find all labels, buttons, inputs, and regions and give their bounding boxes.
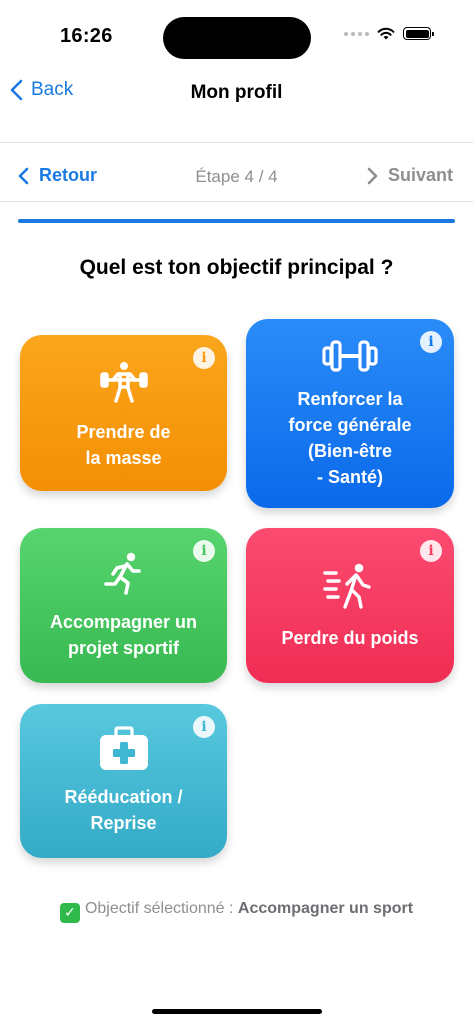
- goal-card-weight-loss[interactable]: i Perdre du poids: [246, 528, 454, 683]
- goal-card-label: Accompagner un projet sportif: [49, 611, 198, 658]
- first-aid-kit-icon: [98, 726, 150, 772]
- runner-icon: [102, 551, 146, 597]
- home-indicator: [152, 1009, 322, 1014]
- goal-card-label: Prendre de la masse: [76, 422, 171, 468]
- goal-card-sport-project[interactable]: i Accompagner un projet sportif: [20, 528, 227, 683]
- dumbbell-icon: [322, 338, 378, 374]
- status-time: 16:26: [60, 25, 113, 47]
- cellular-signal-icon: [344, 31, 369, 36]
- page-title: Mon profil: [190, 82, 283, 103]
- walking-fast-icon: [323, 561, 377, 611]
- goal-card-label: Renforcer la force générale (Bien-être -…: [288, 388, 412, 487]
- navigation-bar: Back Mon profil: [0, 62, 473, 143]
- wifi-icon: [377, 27, 395, 40]
- status-bar: 16:26: [0, 0, 473, 60]
- question-title: Quel est ton objectif principal ?: [79, 256, 394, 279]
- selection-prefix: Objectif sélectionné :: [84, 900, 238, 917]
- next-step-button[interactable]: Suivant: [367, 165, 453, 186]
- goal-card-mass-gain[interactable]: i Prendre de la masse: [20, 335, 227, 491]
- progress-bar: [18, 219, 455, 223]
- selection-summary: ✓ Objectif sélectionné : Accompagner un s…: [0, 900, 473, 923]
- dynamic-island: [163, 17, 311, 59]
- status-icons: [344, 27, 434, 40]
- battery-icon: [403, 27, 434, 40]
- weightlifter-icon: [98, 355, 150, 407]
- goal-card-label: Rééducation / Reprise: [64, 787, 183, 833]
- goal-card-general-strength[interactable]: i Renforcer la force générale (Bien-être…: [246, 319, 454, 508]
- progress-fill: [18, 219, 455, 223]
- check-icon: ✓: [59, 902, 80, 923]
- goal-card-rehabilitation[interactable]: i Rééducation / Reprise: [20, 704, 227, 858]
- goal-card-label: Perdre du poids: [281, 627, 419, 648]
- selection-value: Accompagner un sport: [237, 900, 414, 917]
- next-step-label: Suivant: [387, 165, 453, 185]
- stepper-bar: Retour Étape 4 / 4 Suivant: [0, 143, 473, 202]
- chevron-right-icon: [367, 167, 378, 184]
